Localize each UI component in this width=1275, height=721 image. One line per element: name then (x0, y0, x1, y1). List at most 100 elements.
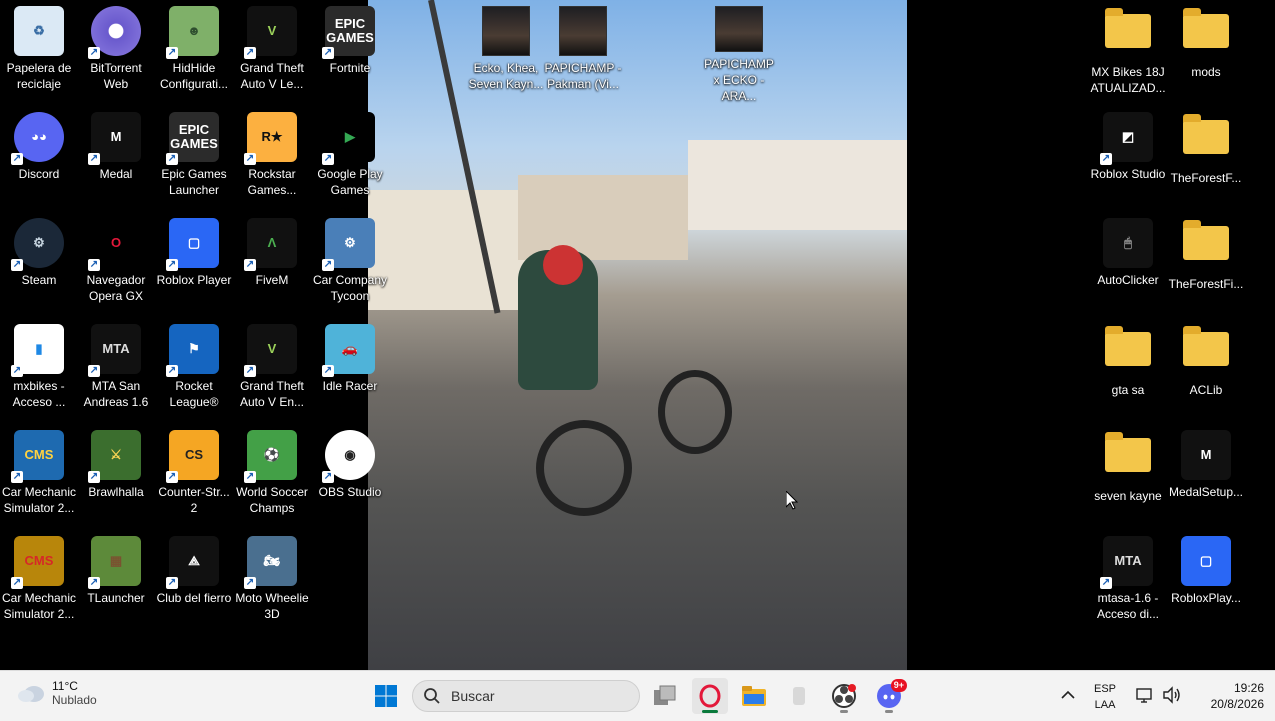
shortcut-arrow-icon: ↗ (88, 365, 100, 377)
taskbar-obs[interactable] (826, 678, 862, 714)
icon-label: Brawlhalla (88, 485, 144, 499)
search-box[interactable]: Buscar (412, 680, 640, 712)
search-placeholder: Buscar (451, 688, 495, 704)
desktop-right-icon-8[interactable]: seven kayne (1089, 424, 1167, 528)
icon-label: Moto Wheelie 3D (235, 591, 309, 621)
desktop-left-icon-10[interactable]: ⚙ ↗ Steam (0, 212, 78, 316)
desktop-left-icon-21[interactable]: ⚔ ↗ Brawlhalla (77, 424, 155, 528)
desktop-video-icon-2[interactable]: PAPICHAMP x ECKO - ARA... (700, 0, 778, 104)
shortcut-arrow-icon: ↗ (322, 47, 334, 59)
desktop-left-icon-26[interactable]: ▦ ↗ TLauncher (77, 530, 155, 634)
icon-label: seven kayne (1094, 489, 1162, 503)
shortcut-arrow-icon: ↗ (244, 577, 256, 589)
volume-button[interactable] (1162, 686, 1182, 709)
weather-widget[interactable]: 11°C Nublado (16, 679, 97, 707)
desktop-left-icon-0[interactable]: ♻ Papelera de reciclaje (0, 0, 78, 104)
windows-start-icon (375, 685, 397, 707)
folder-icon (1105, 8, 1151, 48)
weather-condition: Nublado (52, 693, 97, 707)
desktop-left-icon-4[interactable]: EPIC GAMES ↗ Fortnite (311, 0, 389, 104)
icon-label: Google Play Games (317, 167, 383, 197)
taskbar-file-explorer[interactable] (736, 678, 772, 714)
desktop-left-icon-7[interactable]: EPIC GAMES ↗ Epic Games Launcher (155, 106, 233, 210)
taskbar-app[interactable] (781, 678, 817, 714)
desktop-left-icon-20[interactable]: CMS ↗ Car Mechanic Simulator 2... (0, 424, 78, 528)
wallpaper-building-mid (518, 175, 688, 260)
shortcut-arrow-icon: ↗ (322, 365, 334, 377)
desktop-left-icon-8[interactable]: R★ ↗ Rockstar Games... (233, 106, 311, 210)
app-icon (793, 687, 805, 705)
network-button[interactable] (1136, 686, 1154, 709)
icon-label: Discord (18, 167, 60, 181)
desktop-left-icon-16[interactable]: MTA ↗ MTA San Andreas 1.6 (77, 318, 155, 422)
desktop-left-icon-3[interactable]: V ↗ Grand Theft Auto V Le... (233, 0, 311, 104)
desktop-left-icon-24[interactable]: ◉ ↗ OBS Studio (311, 424, 389, 528)
desktop-left-icon-28[interactable]: 🏍 ↗ Moto Wheelie 3D (233, 530, 311, 634)
desktop-right-icon-4[interactable]: 🖱 AutoClicker (1089, 212, 1167, 316)
desktop-left-icon-15[interactable]: ▮ ↗ mxbikes - Acceso ... (0, 318, 78, 422)
desktop-right-icon-2[interactable]: ◩ ↗ Roblox Studio (1089, 106, 1167, 210)
icon-label: PAPICHAMP - Pakman (Vi... (544, 61, 622, 91)
clock-date: 20/8/2026 (1210, 697, 1264, 711)
folder-icon (1183, 114, 1229, 154)
icon-label: World Soccer Champs (236, 485, 308, 515)
discord-badge: 9+ (890, 679, 907, 692)
desktop-video-icon-0[interactable]: Ecko, Khea, Seven Kayn... (467, 0, 545, 104)
icon-label: Grand Theft Auto V En... (239, 379, 305, 409)
desktop-left-icon-23[interactable]: ⚽ ↗ World Soccer Champs (233, 424, 311, 528)
desktop-right-icon-1[interactable]: mods (1167, 0, 1245, 104)
wallpaper-helmet (543, 245, 583, 285)
roblox-icon: ▢ ↗ (166, 218, 219, 271)
desktop-right-icon-3[interactable]: TheForestF... (1167, 106, 1245, 210)
desktop-right-icon-0[interactable]: MX Bikes 18J ATUALIZAD... (1089, 0, 1167, 104)
taskbar-discord[interactable]: 9+ (871, 678, 907, 714)
desktop-video-icon-1[interactable]: PAPICHAMP - Pakman (Vi... (544, 0, 622, 104)
car-mechanic-icon: CMS ↗ (11, 430, 64, 483)
desktop-left-icon-6[interactable]: M ↗ Medal (77, 106, 155, 210)
desktop-left-icon-9[interactable]: ▶ ↗ Google Play Games (311, 106, 389, 210)
desktop-right-icon-7[interactable]: ACLib (1167, 318, 1245, 422)
icon-label: MedalSetup... (1168, 485, 1244, 499)
video-file-icon (482, 6, 530, 56)
desktop-left-icon-1[interactable]: ↗ BitTorrent Web (77, 0, 155, 104)
desktop-left-icon-27[interactable]: ⟁ ↗ Club del fierro (155, 530, 233, 634)
shortcut-arrow-icon: ↗ (244, 471, 256, 483)
desktop-left-icon-14[interactable]: ⚙ ↗ Car Company Tycoon (311, 212, 389, 316)
desktop-left-icon-17[interactable]: ⚑ ↗ Rocket League® (155, 318, 233, 422)
task-view-button[interactable] (647, 678, 683, 714)
shortcut-arrow-icon: ↗ (244, 153, 256, 165)
language-indicator[interactable]: ESP LAA (1094, 681, 1116, 713)
desktop-left-icon-11[interactable]: O ↗ Navegador Opera GX (77, 212, 155, 316)
shortcut-arrow-icon: ↗ (88, 153, 100, 165)
desktop-left-icon-19[interactable]: 🚗 ↗ Idle Racer (311, 318, 389, 422)
shortcut-arrow-icon: ↗ (166, 365, 178, 377)
shortcut-arrow-icon: ↗ (88, 577, 100, 589)
start-button[interactable] (368, 678, 404, 714)
shortcut-arrow-icon: ↗ (244, 47, 256, 59)
obs-icon (832, 684, 856, 708)
desktop-right-icon-11[interactable]: ▢ RobloxPlay... (1167, 530, 1245, 634)
desktop-right-icon-6[interactable]: gta sa (1089, 318, 1167, 422)
desktop-left-icon-22[interactable]: CS ↗ Counter-Str... 2 (155, 424, 233, 528)
desktop-left-icon-25[interactable]: CMS ↗ Car Mechanic Simulator 2... (0, 530, 78, 634)
tray-overflow-button[interactable] (1058, 685, 1078, 705)
counter-strike-icon: CS ↗ (166, 430, 219, 483)
folder-icon (1105, 432, 1151, 472)
roblox-icon: ▢ (1181, 536, 1231, 586)
desktop-left-icon-5[interactable]: ◕◕ ↗ Discord (0, 106, 78, 210)
desktop-right-icon-5[interactable]: TheForestFi... (1167, 212, 1245, 316)
idle-racer-icon: 🚗 ↗ (322, 324, 375, 377)
desktop-left-icon-13[interactable]: Λ ↗ FiveM (233, 212, 311, 316)
clock[interactable]: 19:26 20/8/2026 (1194, 680, 1264, 712)
icon-label: Ecko, Khea, Seven Kayn... (468, 61, 544, 91)
desktop-left-icon-12[interactable]: ▢ ↗ Roblox Player (155, 212, 233, 316)
desktop-left-icon-2[interactable]: ☻ ↗ HidHide Configurati... (155, 0, 233, 104)
icon-label: RobloxPlay... (1171, 591, 1241, 605)
wallpaper-wheel-front (658, 370, 732, 454)
desktop-right-icon-10[interactable]: MTA ↗ mtasa-1.6 - Acceso di... (1089, 530, 1167, 634)
taskbar-opera-gx[interactable] (692, 678, 728, 714)
moto-wheelie-icon: 🏍 ↗ (244, 536, 297, 589)
desktop-right-icon-9[interactable]: M MedalSetup... (1167, 424, 1245, 528)
shortcut-arrow-icon: ↗ (244, 365, 256, 377)
desktop-left-icon-18[interactable]: V ↗ Grand Theft Auto V En... (233, 318, 311, 422)
